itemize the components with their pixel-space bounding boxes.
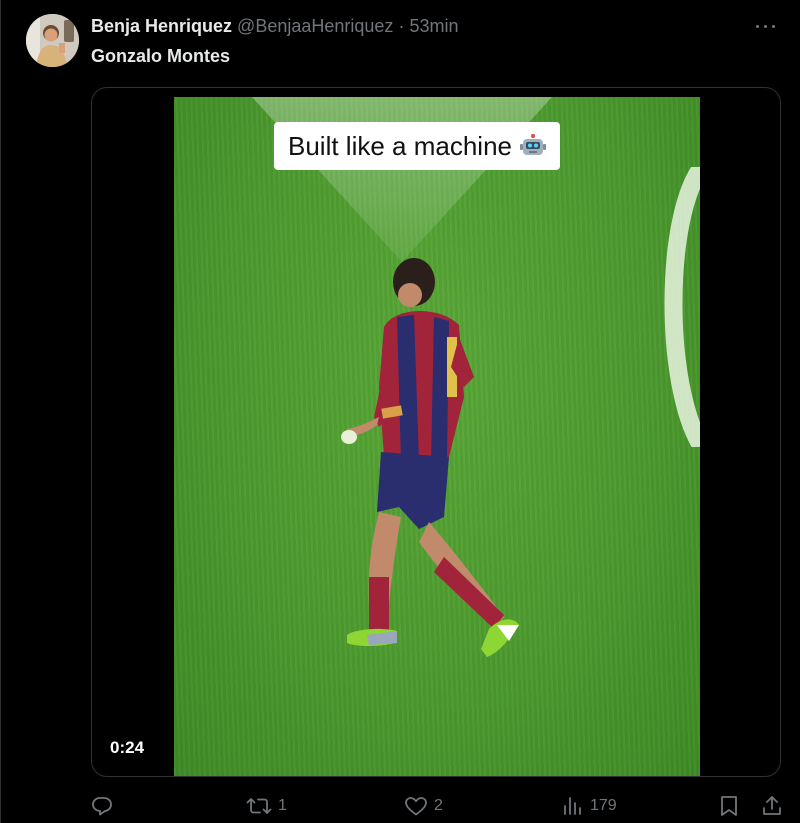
reply-icon: [92, 797, 112, 816]
retweet-count: 1: [278, 797, 287, 814]
author-handle[interactable]: @BenjaaHenriquez: [237, 16, 393, 36]
retweet-icon: [246, 798, 272, 814]
tweet: Benja Henriquez @BenjaaHenriquez · 53min…: [0, 0, 800, 823]
bookmark-icon: [721, 796, 737, 816]
header-separator: ·: [398, 16, 405, 36]
like-count: 2: [434, 797, 443, 814]
caption-text: Built like a machine: [288, 130, 512, 161]
views-button[interactable]: 179: [562, 792, 617, 820]
reply-button[interactable]: [91, 792, 119, 820]
pitch-line: [664, 167, 700, 447]
robot-icon: [520, 134, 546, 158]
video-frame[interactable]: Built like a machine: [174, 97, 700, 776]
tweet-header: Benja Henriquez @BenjaaHenriquez · 53min: [91, 16, 740, 40]
author-name[interactable]: Benja Henriquez: [91, 16, 232, 36]
video-duration: 0:24: [110, 738, 145, 757]
avatar[interactable]: [26, 14, 79, 67]
views-icon: [564, 797, 581, 815]
video-player[interactable]: Built like a machine 0:24: [91, 87, 781, 777]
tweet-text: Gonzalo Montes: [91, 46, 230, 66]
like-button[interactable]: 2: [404, 792, 443, 820]
avatar-image: [26, 14, 79, 67]
tweet-actions: 1 2 179: [0, 792, 800, 823]
retweet-button[interactable]: 1: [246, 792, 287, 820]
share-icon: [763, 796, 781, 815]
tweet-timestamp[interactable]: 53min: [409, 16, 458, 36]
player-figure: [341, 258, 519, 657]
view-count: 179: [590, 797, 617, 814]
more-options-icon[interactable]: [752, 14, 782, 38]
timeline-border: [0, 0, 1, 823]
heart-icon: [405, 797, 427, 816]
bookmark-button[interactable]: [719, 792, 739, 820]
video-caption: Built like a machine: [274, 122, 560, 170]
share-button[interactable]: [761, 792, 783, 820]
